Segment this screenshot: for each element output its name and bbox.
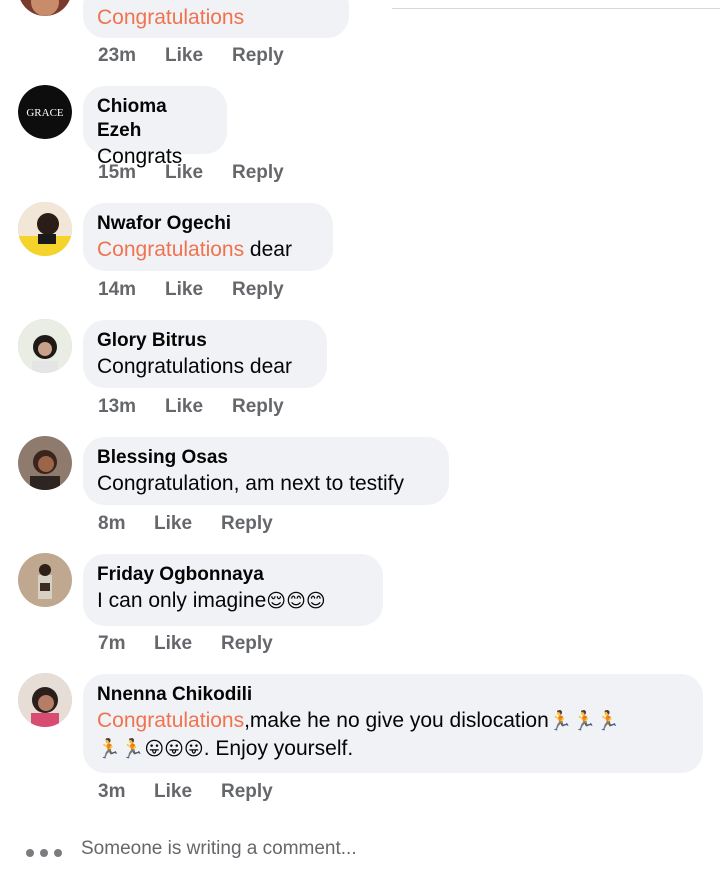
- comment-bubble: Chioma Ezeh Congrats: [83, 86, 227, 168]
- comment-bubble: Nnenna Chikodili Congratulations,make he…: [83, 674, 703, 773]
- avatar[interactable]: [18, 673, 72, 727]
- comment-text: Congratulation, am next to testify: [97, 472, 404, 495]
- avatar[interactable]: [18, 319, 72, 373]
- comment-author[interactable]: Friday Ogbonnaya: [97, 563, 369, 587]
- comment-time: 8m: [98, 513, 126, 534]
- comment-text: dear: [244, 238, 292, 261]
- comment-author[interactable]: Glory Bitrus: [97, 329, 313, 353]
- comment-time: 14m: [98, 279, 137, 300]
- comment-time: 13m: [98, 396, 137, 417]
- emoji-text: 🏃🏃🏃: [548, 710, 620, 732]
- top-divider: [392, 8, 720, 9]
- avatar-text: GRACE: [26, 107, 64, 119]
- like-button[interactable]: Like: [154, 513, 192, 535]
- comment-author[interactable]: Blessing Osas: [97, 446, 435, 470]
- comment-bubble: Blessing Osas Congratulation, am next to…: [83, 437, 449, 505]
- like-button[interactable]: Like: [165, 45, 203, 67]
- comment-author[interactable]: Nnenna Chikodili: [97, 683, 689, 707]
- avatar[interactable]: [18, 202, 72, 256]
- highlighted-text[interactable]: Congratulations: [97, 709, 244, 732]
- comment-bubble: Congratulations: [83, 0, 349, 38]
- comment-author[interactable]: Nwafor Ogechi: [97, 212, 319, 236]
- comment-text: I can only imagine: [97, 589, 267, 612]
- reply-button[interactable]: Reply: [232, 279, 284, 301]
- highlighted-text[interactable]: Congratulations: [97, 6, 244, 29]
- comment-time: 7m: [98, 633, 126, 654]
- comment-time: 15m: [98, 162, 137, 183]
- like-button[interactable]: Like: [154, 781, 192, 803]
- comment-author[interactable]: Chioma Ezeh: [97, 95, 213, 143]
- comment-bubble: Friday Ogbonnaya I can only imagine😌😊😊: [83, 554, 383, 626]
- reply-button[interactable]: Reply: [221, 781, 273, 803]
- comment-text: Congratulations dear: [97, 355, 292, 378]
- reply-button[interactable]: Reply: [221, 633, 273, 655]
- emoji-text: 😌😊😊: [266, 590, 326, 612]
- comment-text: . Enjoy yourself.: [203, 737, 354, 760]
- comment-time: 3m: [98, 781, 126, 802]
- typing-indicator: Someone is writing a comment...: [81, 838, 357, 859]
- emoji-text: 🏃🏃😛😛😛: [97, 738, 204, 760]
- reply-button[interactable]: Reply: [232, 162, 284, 184]
- avatar[interactable]: [18, 436, 72, 490]
- reply-button[interactable]: Reply: [221, 513, 273, 535]
- like-button[interactable]: Like: [165, 279, 203, 301]
- comment-bubble: Glory Bitrus Congratulations dear: [83, 320, 327, 388]
- typing-dots-icon: [26, 844, 68, 862]
- like-button[interactable]: Like: [165, 162, 203, 184]
- reply-button[interactable]: Reply: [232, 45, 284, 67]
- avatar[interactable]: [18, 553, 72, 607]
- avatar[interactable]: GRACE: [18, 85, 72, 139]
- comment-text: ,make he no give you dislocation: [244, 709, 549, 732]
- highlighted-text[interactable]: Congratulations: [97, 238, 244, 261]
- avatar[interactable]: [18, 0, 72, 16]
- like-button[interactable]: Like: [154, 633, 192, 655]
- reply-button[interactable]: Reply: [232, 396, 284, 418]
- comment-time: 23m: [98, 45, 137, 66]
- comment-bubble: Nwafor Ogechi Congratulations dear: [83, 203, 333, 271]
- like-button[interactable]: Like: [165, 396, 203, 418]
